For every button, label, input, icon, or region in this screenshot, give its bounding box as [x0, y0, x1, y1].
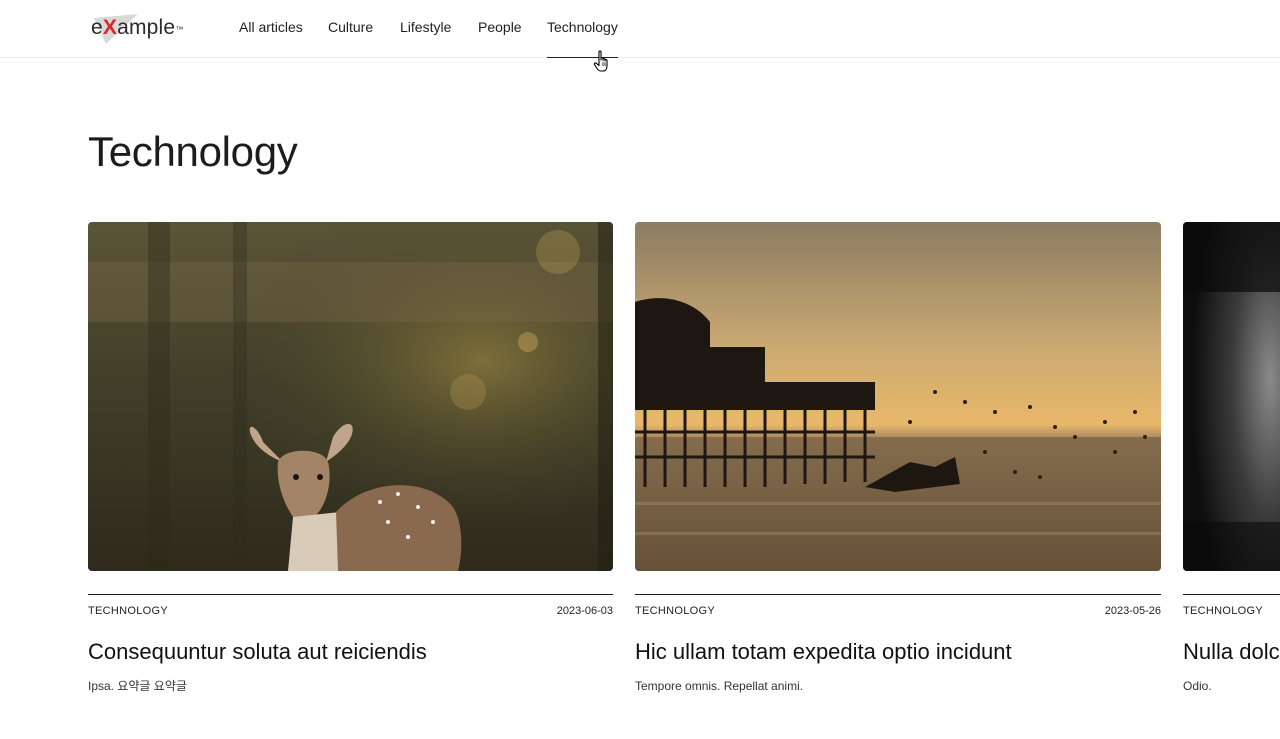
card-divider	[1183, 594, 1280, 595]
nav-item-technology[interactable]: Technology	[547, 19, 618, 58]
article-excerpt: Odio.	[1183, 679, 1212, 693]
article-image-deer[interactable]	[88, 222, 613, 571]
article-category[interactable]: TECHNOLOGY	[1183, 604, 1263, 618]
article-category[interactable]: TECHNOLOGY	[88, 604, 168, 618]
deer-image	[88, 222, 613, 571]
nav-item-lifestyle[interactable]: Lifestyle	[400, 19, 451, 36]
site-header: eXample™ All articles Culture Lifestyle …	[0, 0, 1280, 58]
dark-image	[1183, 222, 1280, 571]
article-title[interactable]: Consequuntur soluta aut reiciendis	[88, 638, 427, 665]
article-excerpt: Ipsa. 요약글 요약글	[88, 679, 187, 693]
article-category[interactable]: TECHNOLOGY	[635, 604, 715, 618]
article-date: 2023-06-03	[556, 605, 613, 617]
card-divider	[635, 594, 1161, 595]
site-logo[interactable]: eXample™	[90, 14, 185, 44]
nav-item-people[interactable]: People	[478, 19, 522, 36]
article-image-pier[interactable]	[635, 222, 1161, 571]
article-title[interactable]: Nulla dolc	[1183, 638, 1280, 665]
card-divider	[88, 594, 613, 595]
article-card[interactable]: TECHNOLOGY 2023-06-03 Consequuntur solut…	[88, 222, 613, 702]
article-card[interactable]: TECHNOLOGY 2023-05-26 Hic ullam totam ex…	[635, 222, 1161, 702]
nav-item-all-articles[interactable]: All articles	[239, 19, 303, 36]
logo-wordmark: eXample™	[91, 16, 184, 39]
article-date: 2023-05-26	[1104, 605, 1161, 617]
page-title: Technology	[88, 128, 298, 175]
pier-image	[635, 222, 1161, 571]
article-card[interactable]: TECHNOLOGY Nulla dolc Odio.	[1183, 222, 1280, 702]
hand-cursor-icon	[593, 50, 608, 72]
article-excerpt: Tempore omnis. Repellat animi.	[635, 679, 804, 693]
article-title[interactable]: Hic ullam totam expedita optio incidunt	[635, 638, 1012, 665]
article-image-dark[interactable]	[1183, 222, 1280, 571]
nav-item-culture[interactable]: Culture	[328, 19, 373, 36]
